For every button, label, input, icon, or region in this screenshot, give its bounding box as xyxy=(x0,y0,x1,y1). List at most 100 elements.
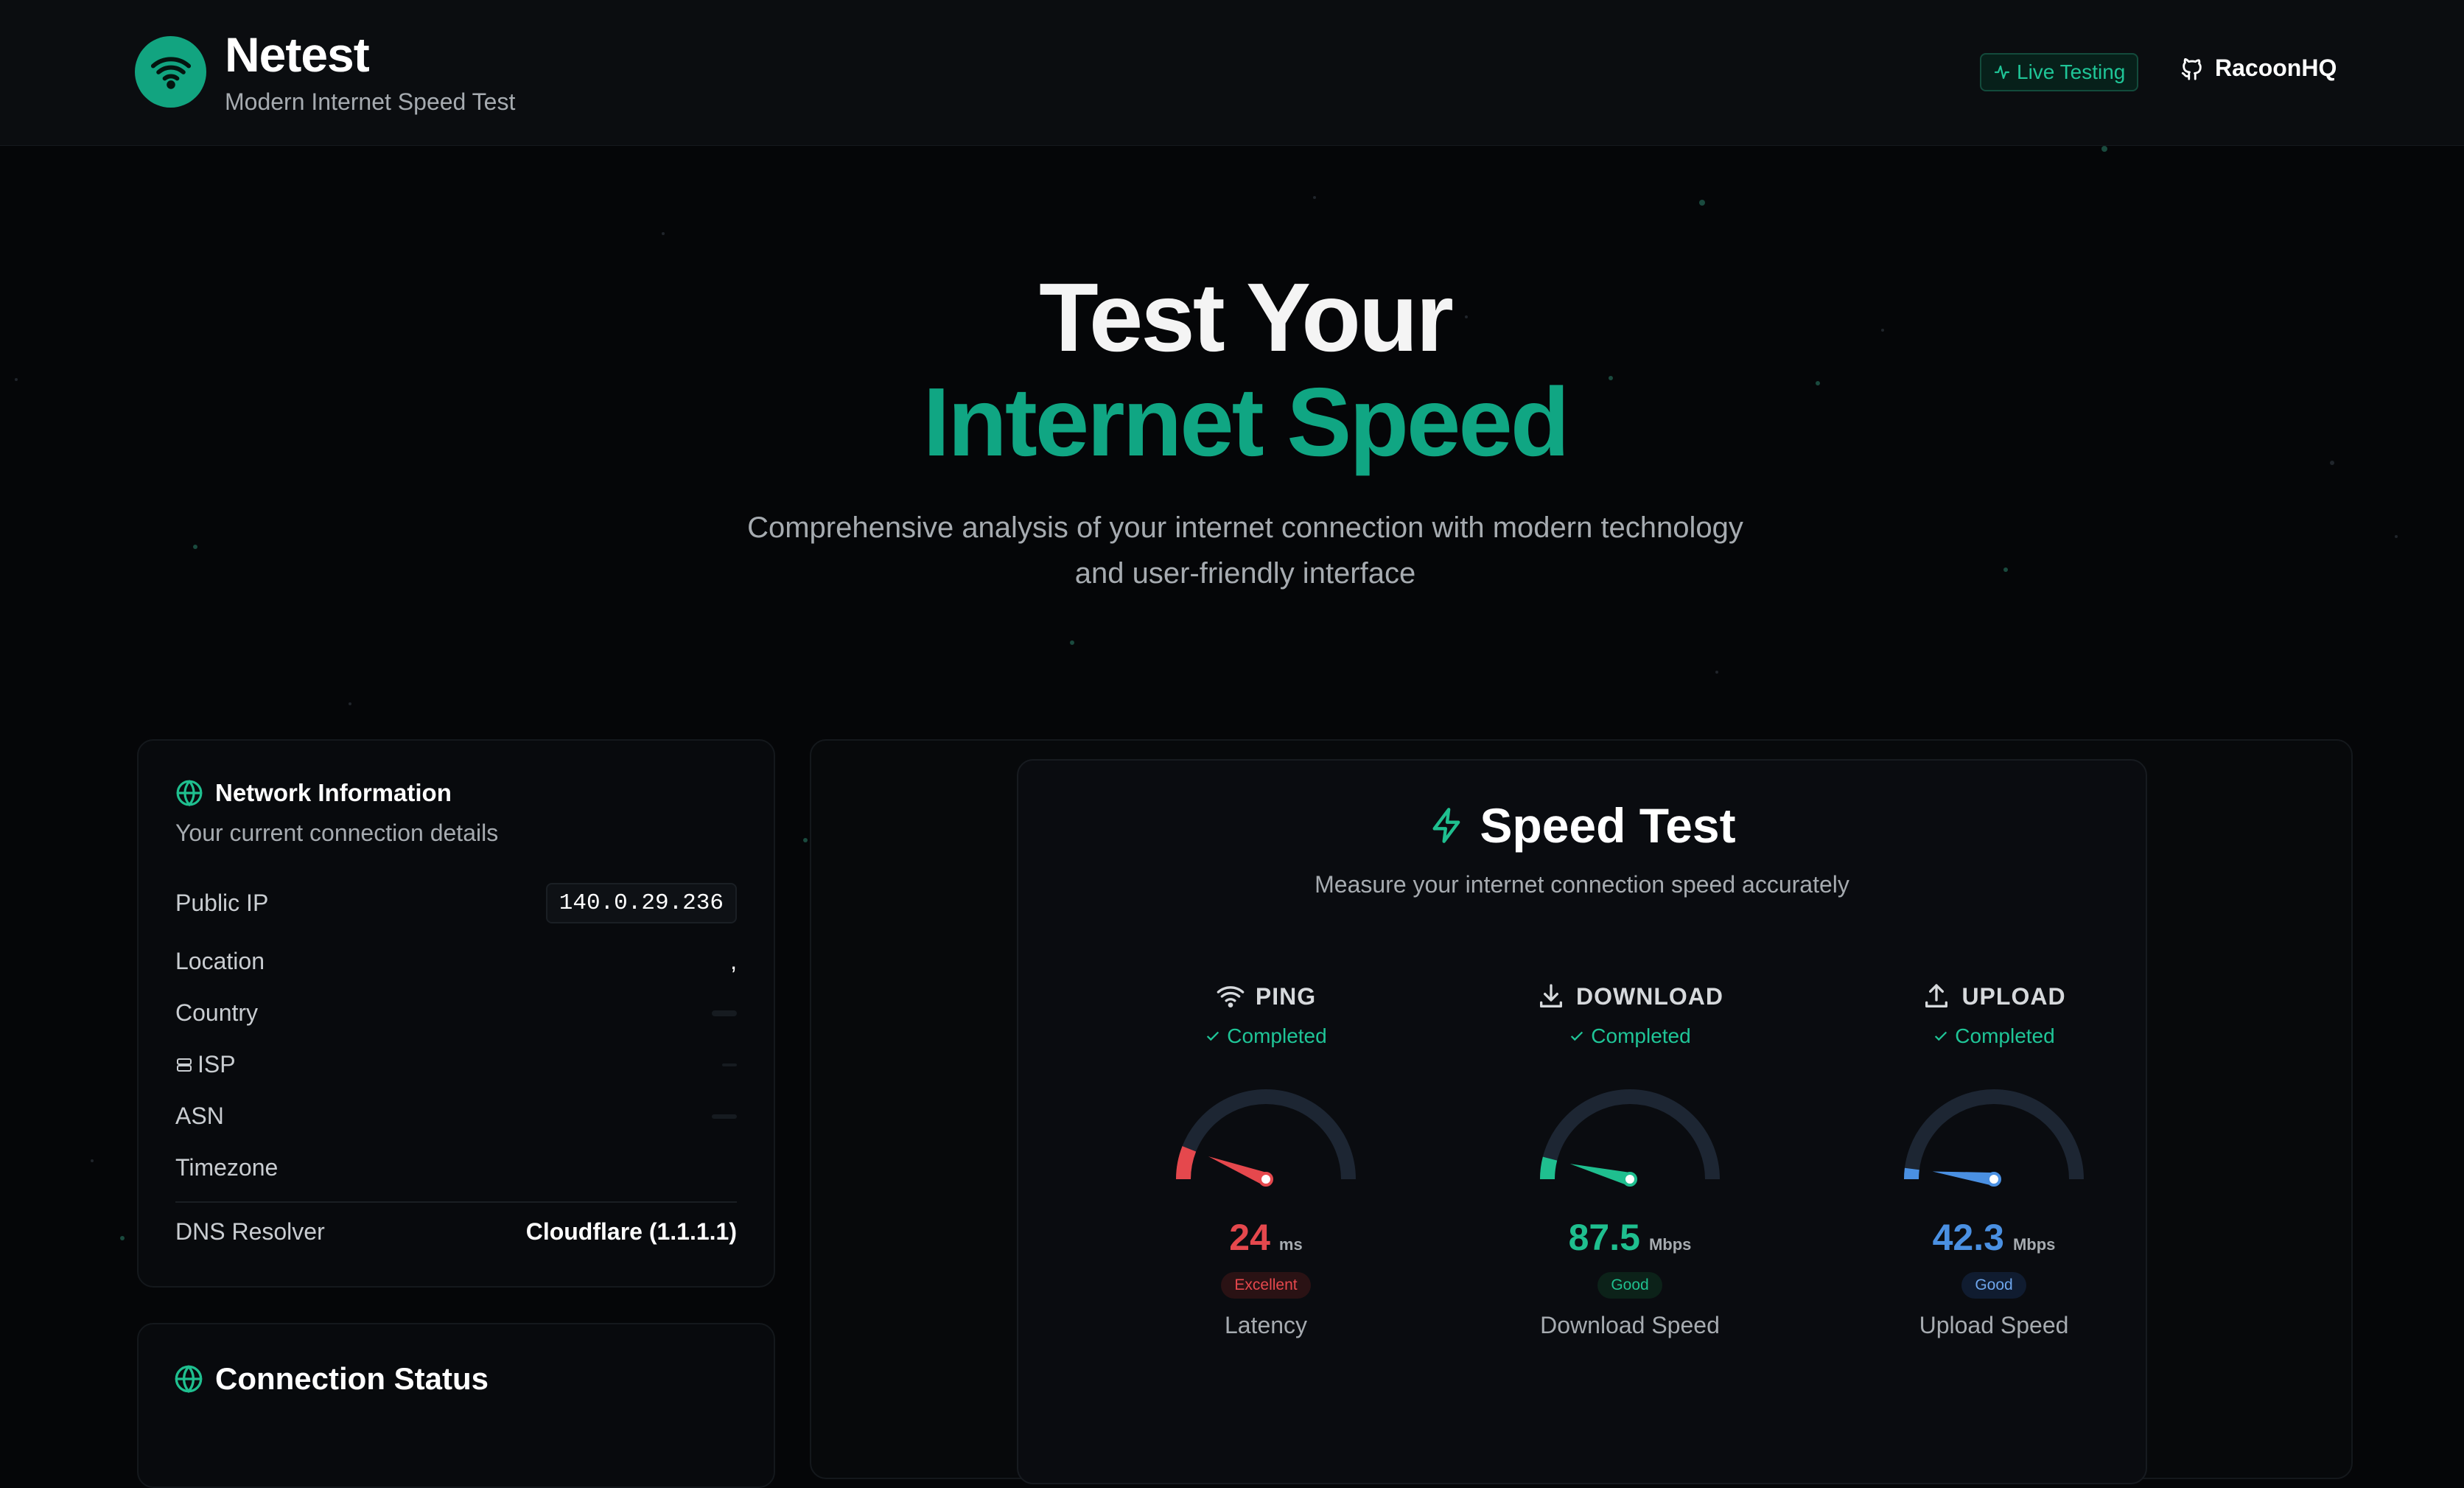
country-label: Country xyxy=(175,999,259,1026)
download-status-label: Completed xyxy=(1591,1024,1691,1047)
dns-row: DNS Resolver Cloudflare (1.1.1.1) xyxy=(175,1218,737,1246)
app-header: Netest Modern Internet Speed Test Live T… xyxy=(0,0,2464,146)
ping-status-label: Completed xyxy=(1227,1024,1327,1047)
download-unit: Mbps xyxy=(1648,1235,1692,1254)
check-icon xyxy=(1207,1031,1219,1041)
gauge-track xyxy=(1904,1089,2084,1180)
gauge-needle xyxy=(1932,1171,1995,1186)
gauge-fill xyxy=(1904,1167,1919,1180)
download-value-group: 87.5 Mbps xyxy=(1483,1216,1777,1259)
ping-value: 24 xyxy=(1229,1217,1270,1258)
globe-icon xyxy=(176,780,203,807)
ping-rating-badge: Excellent xyxy=(1221,1272,1311,1299)
connection-card-header: Connection Status xyxy=(174,1361,489,1397)
isp-row: ISP xyxy=(175,1051,737,1078)
connection-card-title: Connection Status xyxy=(215,1361,489,1396)
gauge-hub xyxy=(1623,1172,1637,1187)
ping-value-group: 24 ms xyxy=(1119,1216,1413,1259)
github-link-label: RacoonHQ xyxy=(2215,55,2337,81)
upload-value: 42.3 xyxy=(1932,1217,2004,1258)
hero-description: Comprehensive analysis of your internet … xyxy=(747,511,1743,590)
github-link[interactable]: RacoonHQ xyxy=(2180,55,2337,82)
brand-tagline: Modern Internet Speed Test xyxy=(225,88,516,115)
download-header: DOWNLOAD xyxy=(1483,982,1777,1011)
wifi-icon xyxy=(1217,986,1245,1007)
gauge-hub xyxy=(1987,1172,2001,1187)
country-value-placeholder xyxy=(712,1010,737,1016)
download-status: Completed xyxy=(1483,1024,1777,1048)
download-value: 87.5 xyxy=(1568,1217,1640,1258)
public-ip-label: Public IP xyxy=(175,890,269,916)
location-row: Location , xyxy=(175,948,737,975)
location-label: Location xyxy=(175,948,265,974)
upload-icon xyxy=(1925,984,1948,1007)
brand-name: Netest xyxy=(225,27,370,82)
connection-status-card: Connection Status xyxy=(137,1323,775,1488)
activity-icon xyxy=(1994,65,2010,80)
dns-label: DNS Resolver xyxy=(175,1218,325,1245)
ping-caption: Latency xyxy=(1224,1312,1308,1338)
network-card-subtitle: Your current connection details xyxy=(175,820,499,846)
speed-test-header: Speed Test xyxy=(1018,797,2146,853)
upload-label: UPLOAD xyxy=(1961,982,2066,1010)
download-caption: Download Speed xyxy=(1540,1312,1720,1338)
server-icon xyxy=(177,1058,192,1072)
app-logo[interactable] xyxy=(135,36,206,108)
asn-row: ASN xyxy=(175,1103,737,1130)
network-information-card: Network Information Your current connect… xyxy=(137,739,775,1288)
upload-status-label: Completed xyxy=(1955,1024,2055,1047)
globe-icon xyxy=(175,1365,203,1394)
live-testing-badge: Live Testing xyxy=(1980,53,2139,91)
upload-header: UPLOAD xyxy=(1847,982,2141,1011)
gauge-needle xyxy=(1569,1164,1632,1186)
timezone-label: Timezone xyxy=(175,1154,279,1181)
speed-test-card: Speed Test Measure your internet connect… xyxy=(1017,759,2147,1484)
isp-label-group: ISP xyxy=(175,1051,236,1078)
isp-value-placeholder xyxy=(722,1063,737,1066)
github-icon xyxy=(2181,57,2202,80)
ping-header: PING xyxy=(1119,982,1413,1011)
gauge-track xyxy=(1176,1089,1356,1180)
ping-status: Completed xyxy=(1119,1024,1413,1048)
upload-caption: Upload Speed xyxy=(1919,1312,2069,1338)
download-gauge xyxy=(1540,1089,1720,1187)
wifi-icon xyxy=(150,56,191,89)
location-value: , xyxy=(730,948,737,974)
check-icon xyxy=(1571,1031,1583,1041)
ping-metric: PING Completed 24 ms Excellent Latency xyxy=(1119,982,1413,1339)
speed-test-title: Speed Test xyxy=(1480,798,1736,853)
upload-rating-badge: Good xyxy=(1961,1272,2026,1299)
download-icon xyxy=(1540,984,1563,1007)
upload-value-group: 42.3 Mbps xyxy=(1847,1216,2141,1259)
dns-value: Cloudflare (1.1.1.1) xyxy=(525,1218,737,1245)
network-divider xyxy=(175,1201,737,1203)
check-icon xyxy=(1935,1031,1947,1041)
isp-label: ISP xyxy=(197,1051,236,1077)
gauge-track xyxy=(1540,1089,1720,1180)
live-testing-label: Live Testing xyxy=(2017,60,2126,83)
zap-icon xyxy=(1432,808,1460,843)
ping-gauge xyxy=(1176,1089,1356,1187)
hero-title-line2: Internet Speed xyxy=(923,368,1570,476)
upload-status: Completed xyxy=(1847,1024,2141,1048)
ping-unit: ms xyxy=(1278,1235,1303,1254)
download-label: DOWNLOAD xyxy=(1576,982,1723,1010)
speed-test-subtitle: Measure your internet connection speed a… xyxy=(1315,871,1849,898)
gauge-fill xyxy=(1176,1146,1197,1180)
asn-value-placeholder xyxy=(712,1114,737,1119)
download-metric: DOWNLOAD Completed 87.5 Mbps Good Downlo… xyxy=(1483,982,1777,1339)
country-row: Country xyxy=(175,999,737,1027)
download-rating-badge: Good xyxy=(1597,1272,1662,1299)
network-card-title: Network Information xyxy=(215,779,452,806)
public-ip-row: Public IP 140.0.29.236 xyxy=(175,883,737,923)
gauge-fill xyxy=(1540,1156,1558,1180)
gauge-hub xyxy=(1259,1172,1273,1187)
network-card-header: Network Information xyxy=(175,779,452,807)
upload-gauge xyxy=(1904,1089,2084,1187)
timezone-row: Timezone xyxy=(175,1154,737,1181)
hero-title-line1: Test Your xyxy=(1039,263,1454,371)
upload-unit: Mbps xyxy=(2012,1235,2056,1254)
ping-label: PING xyxy=(1255,982,1317,1010)
public-ip-value[interactable]: 140.0.29.236 xyxy=(545,883,737,923)
upload-metric: UPLOAD Completed 42.3 Mbps Good Upload S… xyxy=(1847,982,2141,1339)
